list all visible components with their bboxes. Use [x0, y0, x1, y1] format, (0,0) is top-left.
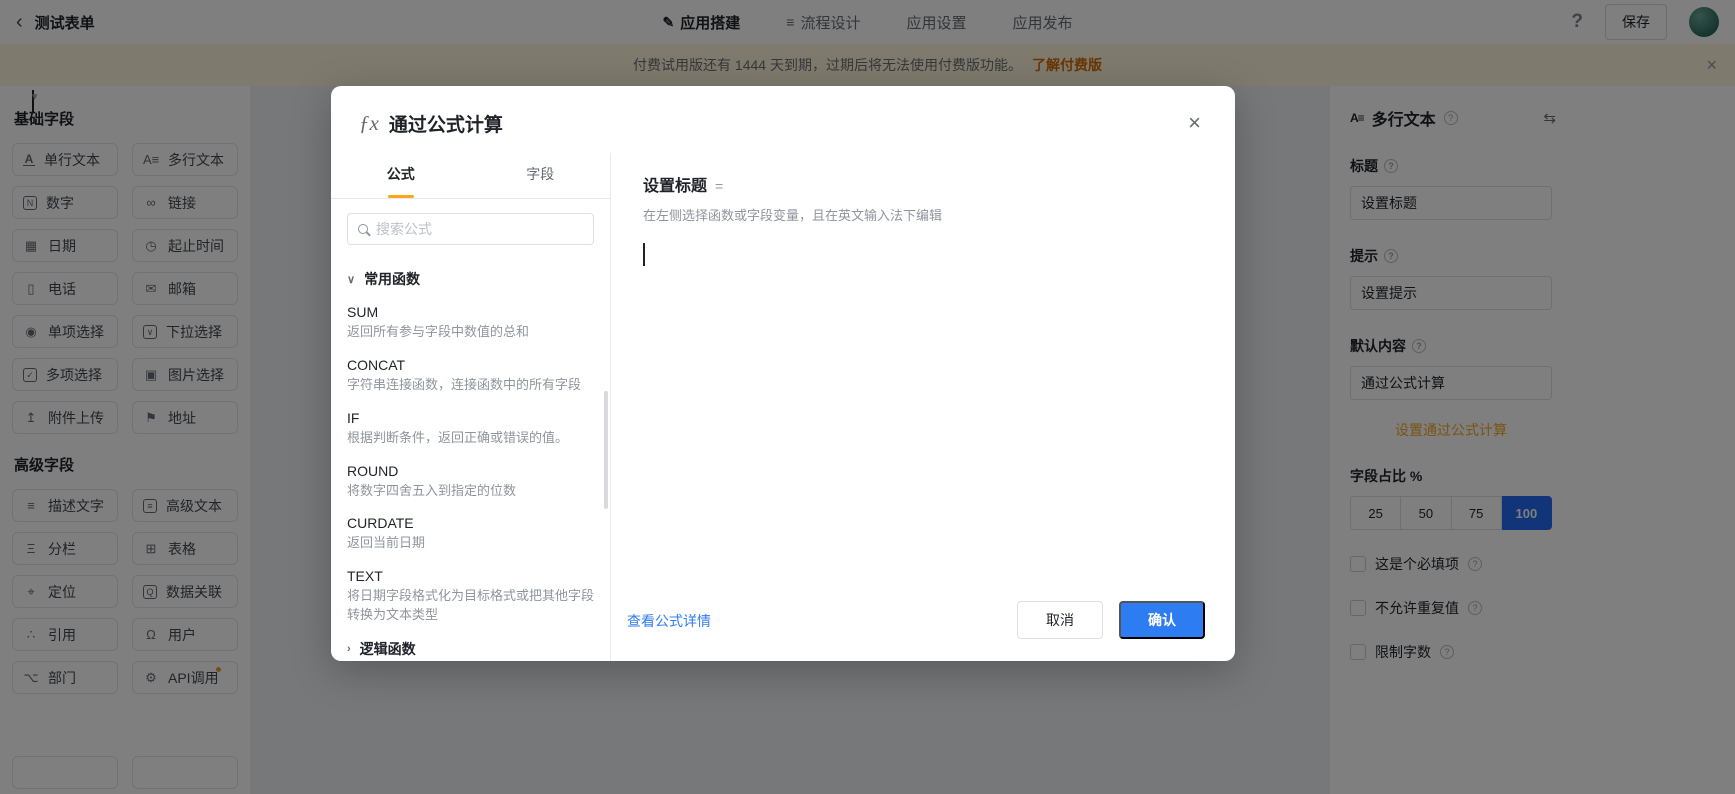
group-label: 逻辑函数 [359, 640, 416, 657]
function-desc: 返回当前日期 [347, 535, 426, 551]
modal-close-icon[interactable]: × [1188, 112, 1201, 134]
function-desc: 将日期字段格式化为目标格式或把其他字段转换为文本类型 [347, 588, 595, 623]
formula-left-panel: 公式 字段 ∨ 常用函数 SUM 返回所有参与字段中数值的总和 CONCAT 字… [331, 153, 611, 661]
formula-search-box[interactable] [347, 213, 594, 245]
editor-target-title: 设置标题 [643, 178, 708, 195]
function-item-curdate[interactable]: CURDATE 返回当前日期 [347, 515, 594, 553]
formula-modal: ƒx 通过公式计算 × 公式 字段 ∨ 常用函数 SUM 返回所有参与字段中数值… [331, 86, 1235, 661]
function-item-text[interactable]: TEXT 将日期字段格式化为目标格式或把其他字段转换为文本类型 [347, 568, 594, 625]
formula-detail-link[interactable]: 查看公式详情 [627, 611, 711, 631]
function-name: TEXT [347, 568, 383, 585]
editor-hint: 在左侧选择函数或字段变量，且在英文输入法下编辑 [643, 208, 943, 223]
function-name: CONCAT [347, 356, 406, 373]
group-common-functions[interactable]: ∨ 常用函数 [347, 269, 594, 289]
chevron-right-icon: › [347, 642, 351, 655]
equals-sign: = [715, 178, 724, 194]
function-desc: 返回所有参与字段中数值的总和 [347, 324, 530, 339]
function-item-if[interactable]: IF 根据判断条件，返回正确或错误的值。 [347, 410, 594, 448]
function-name: ROUND [347, 462, 399, 479]
fx-icon: ƒx [359, 111, 379, 135]
function-item-sum[interactable]: SUM 返回所有参与字段中数值的总和 [347, 304, 594, 342]
formula-editor-panel[interactable]: 设置标题 = 在左侧选择函数或字段变量，且在英文输入法下编辑 查看公式详情 取消… [611, 153, 1235, 661]
tab-fields[interactable]: 字段 [471, 153, 611, 198]
function-list: ∨ 常用函数 SUM 返回所有参与字段中数值的总和 CONCAT 字符串连接函数… [331, 247, 610, 661]
function-desc: 字符串连接函数，连接函数中的所有字段 [347, 376, 582, 392]
function-desc: 根据判断条件，返回正确或错误的值。 [347, 429, 569, 445]
modal-title: 通过公式计算 [388, 115, 503, 136]
function-name: CURDATE [347, 515, 414, 532]
text-caret [643, 243, 645, 266]
group-label: 常用函数 [364, 271, 421, 287]
function-item-round[interactable]: ROUND 将数字四舍五入到指定的位数 [347, 463, 594, 501]
confirm-button[interactable]: 确认 [1119, 601, 1205, 639]
tab-formula[interactable]: 公式 [331, 153, 471, 198]
function-name: IF [347, 409, 360, 426]
cancel-button[interactable]: 取消 [1017, 601, 1103, 639]
function-desc: 将数字四舍五入到指定的位数 [347, 482, 517, 498]
function-name: SUM [347, 304, 379, 320]
group-logic-functions[interactable]: › 逻辑函数 [347, 639, 594, 659]
search-icon [358, 224, 368, 234]
scrollbar-thumb[interactable] [604, 391, 608, 509]
chevron-down-icon: ∨ [347, 273, 356, 286]
function-item-concat[interactable]: CONCAT 字符串连接函数，连接函数中的所有字段 [347, 357, 594, 395]
formula-search-input[interactable] [376, 221, 583, 237]
